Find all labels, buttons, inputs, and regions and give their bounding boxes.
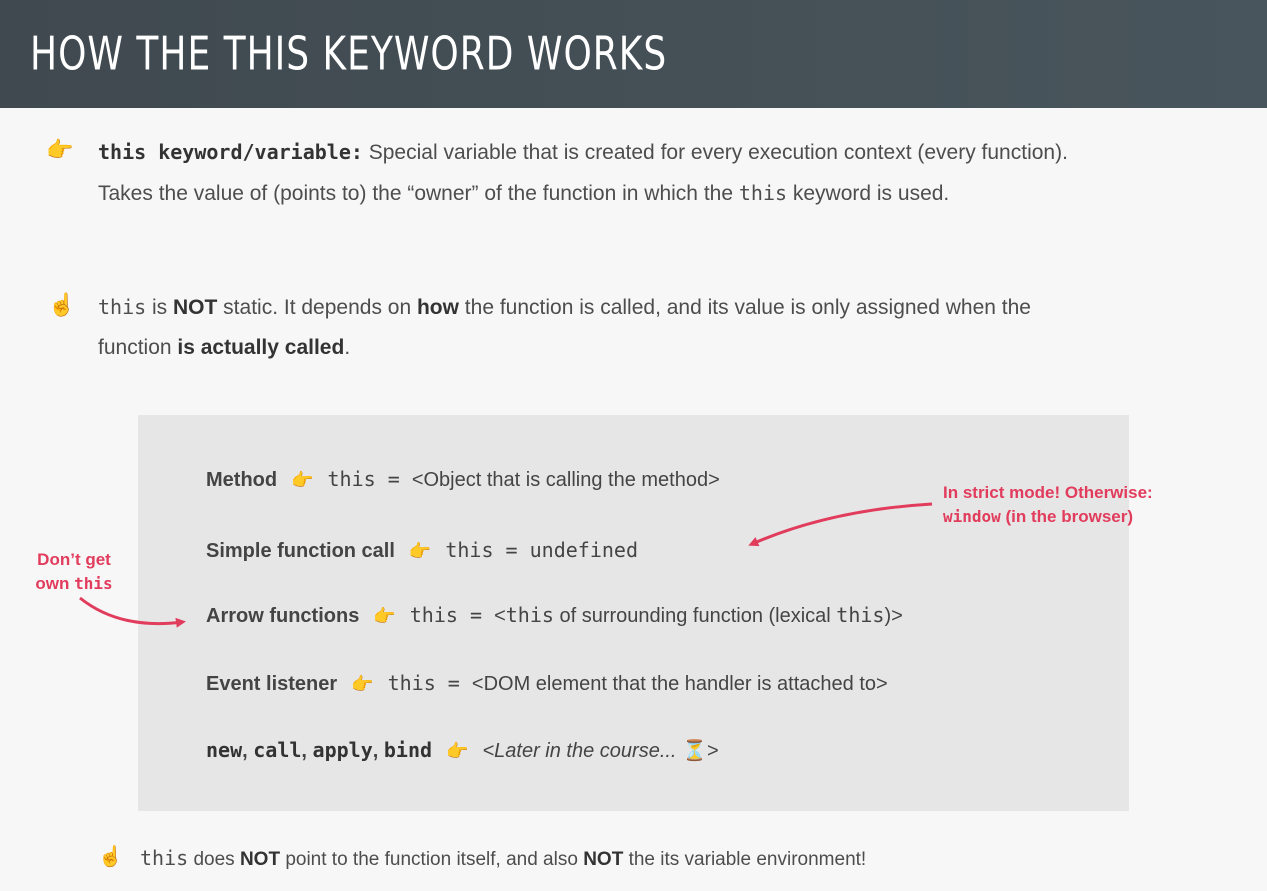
annotation-arrows [79,502,933,628]
text: the its variable environment! [623,849,867,870]
footer-note: this does NOT point to the function itse… [140,844,866,874]
text: does [188,849,240,870]
index-finger-up-icon: ☝️ [98,846,123,868]
text: point to the function itself, and also [280,849,584,870]
not-emphasis: NOT [583,849,624,870]
this-code: this [140,846,189,870]
arrow-functions-arrow [79,596,186,628]
not-emphasis: NOT [239,849,281,870]
strict-mode-arrow [748,502,933,547]
